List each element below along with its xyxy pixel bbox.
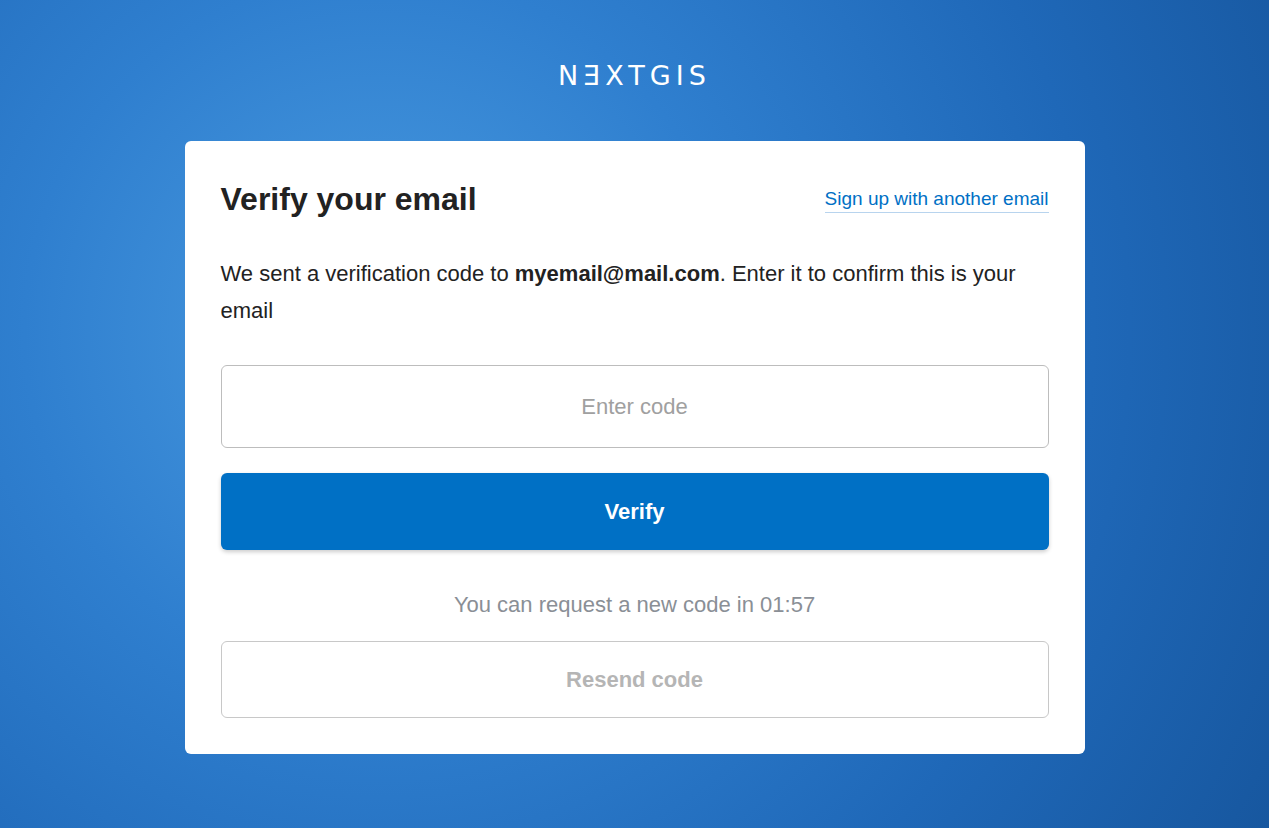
verify-card: Verify your email Sign up with another em…: [185, 141, 1085, 754]
verify-button[interactable]: Verify: [221, 473, 1049, 550]
email: myemail@mail.com: [515, 261, 720, 286]
message-text: We sent a verification code to: [221, 261, 515, 286]
message: We sent a verification code to myemail@m…: [221, 255, 1049, 329]
code-input[interactable]: [221, 365, 1049, 448]
logo[interactable]: NƎXTGIS: [558, 60, 711, 92]
signup-link[interactable]: Sign up with another email: [825, 186, 1049, 213]
card-header: Verify your email Sign up with another em…: [221, 180, 1049, 218]
resend-label: Resend code: [566, 667, 703, 692]
resend-button[interactable]: Resend code: [221, 641, 1049, 718]
title: Verify your email: [221, 180, 477, 218]
timer-text: You can request a new code in 01:57: [221, 590, 1049, 620]
